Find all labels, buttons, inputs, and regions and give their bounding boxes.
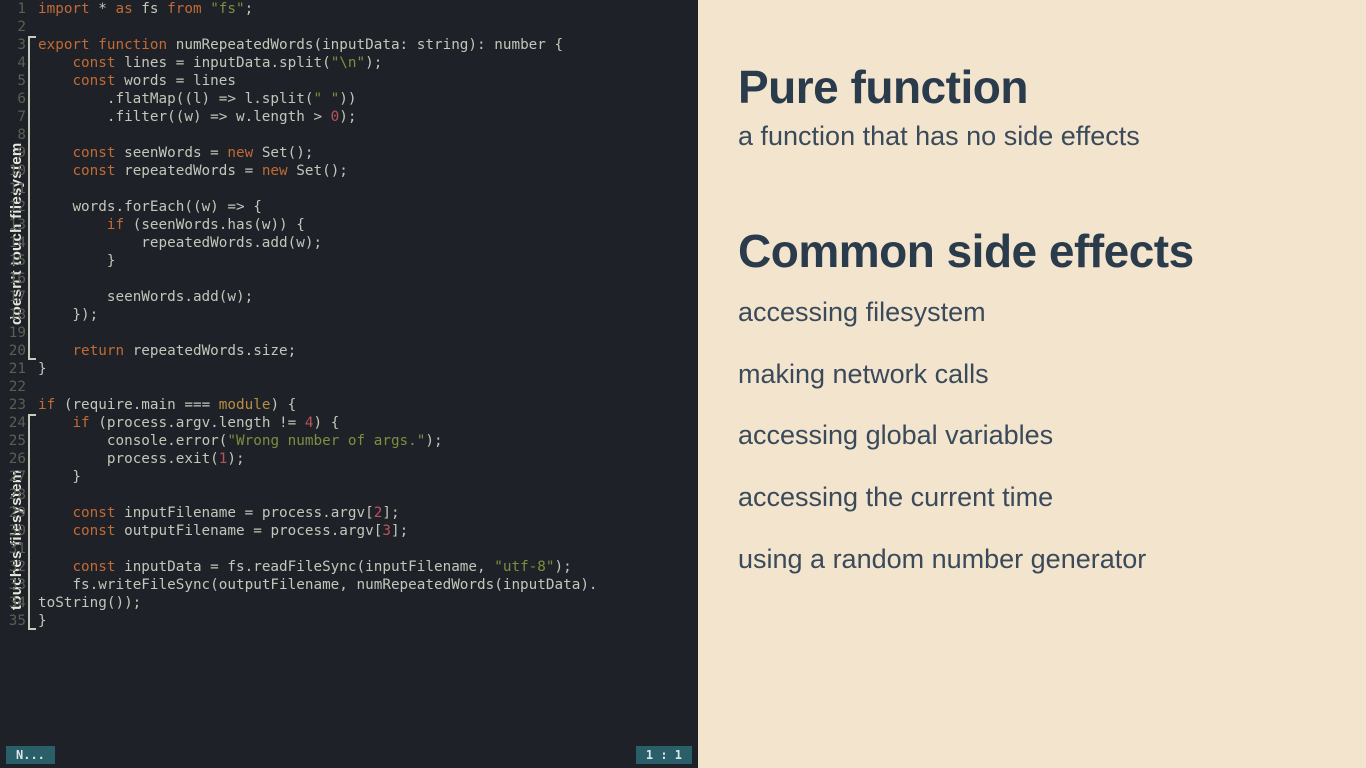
code-editor-pane: doesn't touch filesystem touches filesys… — [0, 0, 698, 768]
line-number: 8 — [0, 126, 26, 144]
line-number: 1 — [0, 0, 26, 18]
line-number: 30 — [0, 522, 26, 540]
code-line[interactable]: .flatMap((l) => l.split(" ")) — [38, 90, 698, 108]
line-number: 3 — [0, 36, 26, 54]
line-number: 34 — [0, 594, 26, 612]
line-number: 17 — [0, 288, 26, 306]
code-line[interactable]: } — [38, 252, 698, 270]
line-number: 22 — [0, 378, 26, 396]
status-position: 1 : 1 — [636, 746, 692, 764]
line-number: 28 — [0, 486, 26, 504]
line-number: 12 — [0, 198, 26, 216]
line-number: 6 — [0, 90, 26, 108]
code-line[interactable] — [38, 270, 698, 288]
code-line[interactable]: const lines = inputData.split("\n"); — [38, 54, 698, 72]
code-line[interactable]: .filter((w) => w.length > 0); — [38, 108, 698, 126]
code-line[interactable]: const inputFilename = process.argv[2]; — [38, 504, 698, 522]
line-number: 7 — [0, 108, 26, 126]
line-number: 20 — [0, 342, 26, 360]
code-line[interactable]: const words = lines — [38, 72, 698, 90]
line-number: 33 — [0, 576, 26, 594]
side-effect-item: accessing filesystem — [738, 296, 1326, 330]
code-line[interactable]: import * as fs from "fs"; — [38, 0, 698, 18]
code-line[interactable]: if (seenWords.has(w)) { — [38, 216, 698, 234]
status-mode: N... — [6, 746, 55, 764]
line-number: 2 — [0, 18, 26, 36]
code-line[interactable]: return repeatedWords.size; — [38, 342, 698, 360]
side-effects-list: accessing filesystem making network calls… — [738, 296, 1326, 577]
code-line[interactable] — [38, 324, 698, 342]
code-line[interactable]: fs.writeFileSync(outputFilename, numRepe… — [38, 576, 698, 594]
line-number: 4 — [0, 54, 26, 72]
side-effect-item: accessing global variables — [738, 419, 1326, 453]
code-line[interactable] — [38, 378, 698, 396]
line-number-gutter: 1234567891011121314151617181920212223242… — [0, 0, 30, 742]
line-number: 31 — [0, 540, 26, 558]
line-number: 35 — [0, 612, 26, 630]
line-number: 21 — [0, 360, 26, 378]
line-number: 14 — [0, 234, 26, 252]
code-line[interactable]: process.exit(1); — [38, 450, 698, 468]
line-number: 11 — [0, 180, 26, 198]
code-line[interactable]: console.error("Wrong number of args."); — [38, 432, 698, 450]
slide-pane: Pure function a function that has no sid… — [698, 0, 1366, 768]
code-line[interactable]: if (process.argv.length != 4) { — [38, 414, 698, 432]
code-line[interactable]: if (require.main === module) { — [38, 396, 698, 414]
side-effect-item: accessing the current time — [738, 481, 1326, 515]
line-number: 18 — [0, 306, 26, 324]
side-effect-item: using a random number generator — [738, 543, 1326, 577]
code-content[interactable]: import * as fs from "fs"; export functio… — [38, 0, 698, 630]
slide-heading-side-effects: Common side effects — [738, 224, 1326, 278]
code-line[interactable] — [38, 126, 698, 144]
code-line[interactable]: seenWords.add(w); — [38, 288, 698, 306]
slide-heading-pure: Pure function — [738, 60, 1326, 114]
line-number: 29 — [0, 504, 26, 522]
slide-subtitle: a function that has no side effects — [738, 120, 1326, 154]
code-line[interactable]: } — [38, 468, 698, 486]
code-line[interactable] — [38, 180, 698, 198]
code-line[interactable]: repeatedWords.add(w); — [38, 234, 698, 252]
line-number: 25 — [0, 432, 26, 450]
code-line[interactable]: } — [38, 612, 698, 630]
code-line[interactable]: words.forEach((w) => { — [38, 198, 698, 216]
editor-statusbar: N... 1 : 1 — [0, 742, 698, 768]
line-number: 19 — [0, 324, 26, 342]
code-line[interactable]: const seenWords = new Set(); — [38, 144, 698, 162]
line-number: 16 — [0, 270, 26, 288]
code-editor[interactable]: 1234567891011121314151617181920212223242… — [0, 0, 698, 742]
line-number: 15 — [0, 252, 26, 270]
code-line[interactable]: const inputData = fs.readFileSync(inputF… — [38, 558, 698, 576]
line-number: 32 — [0, 558, 26, 576]
code-line[interactable]: toString()); — [38, 594, 698, 612]
line-number: 13 — [0, 216, 26, 234]
code-line[interactable] — [38, 540, 698, 558]
line-number: 9 — [0, 144, 26, 162]
line-number: 23 — [0, 396, 26, 414]
line-number: 10 — [0, 162, 26, 180]
code-line[interactable]: }); — [38, 306, 698, 324]
line-number: 26 — [0, 450, 26, 468]
side-effect-item: making network calls — [738, 358, 1326, 392]
code-line[interactable]: const repeatedWords = new Set(); — [38, 162, 698, 180]
code-line[interactable] — [38, 486, 698, 504]
code-line[interactable]: const outputFilename = process.argv[3]; — [38, 522, 698, 540]
line-number: 24 — [0, 414, 26, 432]
code-line[interactable]: } — [38, 360, 698, 378]
line-number: 5 — [0, 72, 26, 90]
line-number: 27 — [0, 468, 26, 486]
code-line[interactable] — [38, 18, 698, 36]
code-line[interactable]: export function numRepeatedWords(inputDa… — [38, 36, 698, 54]
